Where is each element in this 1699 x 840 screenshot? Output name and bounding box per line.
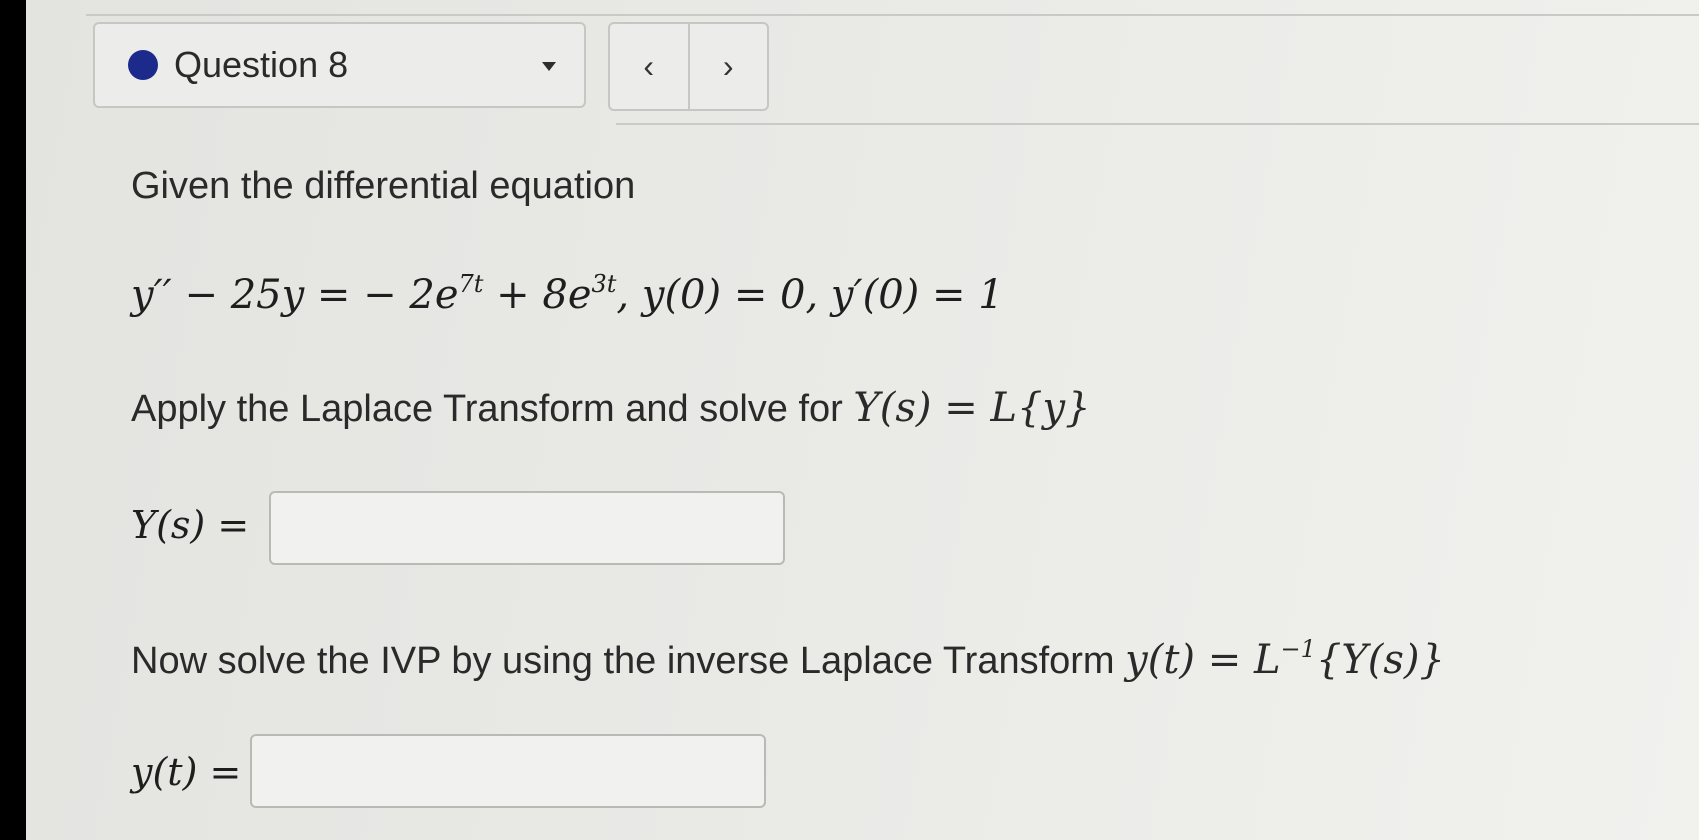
question-intro: Given the differential equation	[131, 165, 636, 207]
inverse-expression-post: {Y(s)}	[1315, 637, 1445, 683]
header-divider	[616, 123, 1699, 125]
Y-answer-label-text: Y(s) =	[131, 503, 250, 547]
previous-question-button[interactable]: ‹	[610, 24, 690, 109]
equation-lhs: y′′ − 25y = − 2e	[131, 272, 459, 318]
question-selector[interactable]: Question 8	[93, 22, 586, 108]
equation-exp2: 3t	[591, 270, 617, 298]
equation-mid: + 8e	[483, 272, 592, 318]
Y-answer-label: Y(s) =	[131, 503, 249, 548]
triangle-down-icon[interactable]	[542, 62, 556, 71]
y-answer-label-text: y(t) =	[131, 750, 242, 794]
question-nav: ‹ ›	[608, 22, 769, 111]
equation-conditions: , y(0) = 0, y′(0) = 1	[616, 272, 1004, 318]
question-label: Question 8	[174, 44, 349, 85]
equation-exp1: 7t	[458, 270, 484, 298]
inverse-prompt: Now solve the IVP by using the inverse L…	[131, 635, 1445, 683]
inverse-expression-sup: −1	[1280, 635, 1316, 663]
laplace-expression: Y(s) = L{y}	[853, 385, 1091, 431]
inverse-prompt-text: Now solve the IVP by using the inverse L…	[131, 640, 1126, 682]
screen: Question 8 ‹ › Given the differential eq…	[26, 0, 1699, 840]
Y-answer-input[interactable]	[269, 491, 785, 565]
laplace-prompt: Apply the Laplace Transform and solve fo…	[131, 385, 1091, 431]
next-question-button[interactable]: ›	[690, 24, 768, 109]
laplace-prompt-text: Apply the Laplace Transform and solve fo…	[131, 388, 854, 430]
y-answer-label: y(t) =	[131, 750, 241, 795]
status-dot-icon	[128, 50, 158, 80]
top-divider	[86, 14, 1699, 16]
differential-equation: y′′ − 25y = − 2e7t + 8e3t, y(0) = 0, y′(…	[131, 270, 1004, 318]
inverse-expression-pre: y(t) = L	[1125, 637, 1281, 683]
inverse-expression: y(t) = L−1{Y(s)}	[1125, 635, 1445, 683]
y-answer-input[interactable]	[250, 734, 766, 808]
